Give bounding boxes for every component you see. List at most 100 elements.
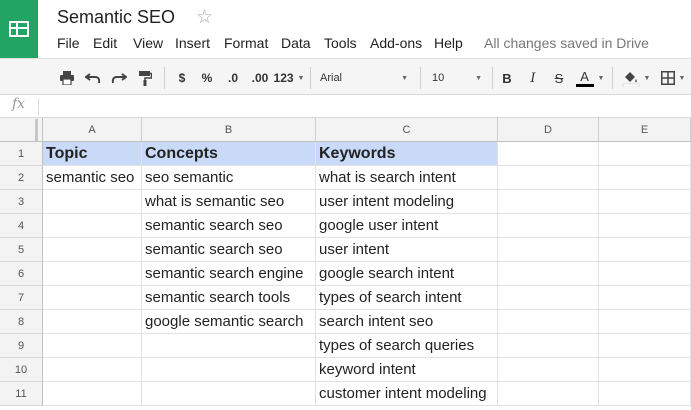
select-all-corner[interactable] — [0, 118, 43, 142]
cell-d11[interactable] — [498, 382, 599, 406]
cell-c5[interactable]: user intent — [316, 238, 498, 262]
row-header-7[interactable]: 7 — [0, 286, 43, 310]
cell-a4[interactable] — [43, 214, 142, 238]
bold-button[interactable]: B — [498, 68, 516, 88]
row-header-2[interactable]: 2 — [0, 166, 43, 190]
cell-e6[interactable] — [599, 262, 691, 286]
cell-e8[interactable] — [599, 310, 691, 334]
cell-d2[interactable] — [498, 166, 599, 190]
cell-e9[interactable] — [599, 334, 691, 358]
print-icon[interactable] — [57, 68, 77, 88]
fill-color-button[interactable]: ▼ — [620, 68, 652, 88]
cell-c1[interactable]: Keywords — [316, 142, 498, 166]
column-header-e[interactable]: E — [599, 118, 691, 142]
menu-help[interactable]: Help — [434, 35, 481, 51]
undo-icon[interactable] — [83, 68, 103, 88]
cell-c8[interactable]: search intent seo — [316, 310, 498, 334]
cell-e1[interactable] — [599, 142, 691, 166]
formula-bar[interactable]: fx — [0, 95, 691, 118]
cell-e5[interactable] — [599, 238, 691, 262]
menu-format[interactable]: Format — [224, 35, 281, 51]
increase-decimals-button[interactable]: .00 — [248, 68, 272, 88]
cell-a7[interactable] — [43, 286, 142, 310]
menu-add-ons[interactable]: Add-ons — [370, 35, 434, 51]
cell-a5[interactable] — [43, 238, 142, 262]
row-header-5[interactable]: 5 — [0, 238, 43, 262]
cell-a8[interactable] — [43, 310, 142, 334]
more-formats-button[interactable]: 123 ▼ — [273, 68, 305, 88]
cell-d3[interactable] — [498, 190, 599, 214]
menu-data[interactable]: Data — [281, 35, 324, 51]
cell-d8[interactable] — [498, 310, 599, 334]
cell-a3[interactable] — [43, 190, 142, 214]
cell-a9[interactable] — [43, 334, 142, 358]
paint-format-icon[interactable] — [135, 68, 155, 88]
redo-icon[interactable] — [109, 68, 129, 88]
cell-b4[interactable]: semantic search seo — [142, 214, 316, 238]
row-header-4[interactable]: 4 — [0, 214, 43, 238]
cell-a6[interactable] — [43, 262, 142, 286]
menu-insert[interactable]: Insert — [175, 35, 224, 51]
cell-d5[interactable] — [498, 238, 599, 262]
cell-d7[interactable] — [498, 286, 599, 310]
cell-b8[interactable]: google semantic search — [142, 310, 316, 334]
cell-b11[interactable] — [142, 382, 316, 406]
cell-d4[interactable] — [498, 214, 599, 238]
cell-c11[interactable]: customer intent modeling — [316, 382, 498, 406]
sheets-logo-icon[interactable] — [0, 0, 38, 58]
currency-format-button[interactable]: $ — [174, 68, 190, 88]
row-header-1[interactable]: 1 — [0, 142, 43, 166]
cell-b3[interactable]: what is semantic seo — [142, 190, 316, 214]
cell-e7[interactable] — [599, 286, 691, 310]
strikethrough-button[interactable]: S — [550, 68, 568, 88]
cell-c10[interactable]: keyword intent — [316, 358, 498, 382]
row-header-6[interactable]: 6 — [0, 262, 43, 286]
menu-tools[interactable]: Tools — [324, 35, 370, 51]
cell-e2[interactable] — [599, 166, 691, 190]
cell-a1[interactable]: Topic — [43, 142, 142, 166]
cell-b7[interactable]: semantic search tools — [142, 286, 316, 310]
cell-a10[interactable] — [43, 358, 142, 382]
menu-file[interactable]: File — [57, 35, 93, 51]
cell-a11[interactable] — [43, 382, 142, 406]
row-header-10[interactable]: 10 — [0, 358, 43, 382]
column-header-a[interactable]: A — [43, 118, 142, 142]
borders-button[interactable]: ▼ — [657, 68, 689, 88]
italic-button[interactable]: I — [524, 68, 542, 88]
cell-b1[interactable]: Concepts — [142, 142, 316, 166]
cell-d9[interactable] — [498, 334, 599, 358]
cell-b2[interactable]: seo semantic — [142, 166, 316, 190]
cell-b10[interactable] — [142, 358, 316, 382]
cell-c2[interactable]: what is search intent — [316, 166, 498, 190]
cell-b6[interactable]: semantic search engine — [142, 262, 316, 286]
column-header-d[interactable]: D — [498, 118, 599, 142]
text-color-button[interactable]: A ▼ — [574, 68, 606, 88]
cell-e11[interactable] — [599, 382, 691, 406]
document-title[interactable]: Semantic SEO — [57, 7, 175, 28]
cell-b9[interactable] — [142, 334, 316, 358]
cell-b5[interactable]: semantic search seo — [142, 238, 316, 262]
cell-c9[interactable]: types of search queries — [316, 334, 498, 358]
star-icon[interactable]: ☆ — [196, 6, 213, 29]
menu-view[interactable]: View — [133, 35, 175, 51]
row-header-9[interactable]: 9 — [0, 334, 43, 358]
cell-c7[interactable]: types of search intent — [316, 286, 498, 310]
cell-a2[interactable]: semantic seo — [43, 166, 142, 190]
row-header-8[interactable]: 8 — [0, 310, 43, 334]
percent-format-button[interactable]: % — [199, 68, 215, 88]
column-header-c[interactable]: C — [316, 118, 498, 142]
decrease-decimals-button[interactable]: .0 — [222, 68, 244, 88]
menu-edit[interactable]: Edit — [93, 35, 133, 51]
row-header-11[interactable]: 11 — [0, 382, 43, 406]
cell-e4[interactable] — [599, 214, 691, 238]
cell-d10[interactable] — [498, 358, 599, 382]
column-header-b[interactable]: B — [142, 118, 316, 142]
cell-c4[interactable]: google user intent — [316, 214, 498, 238]
cell-d6[interactable] — [498, 262, 599, 286]
font-family-select[interactable]: Arial ▼ — [320, 68, 408, 88]
cell-e3[interactable] — [599, 190, 691, 214]
cell-c6[interactable]: google search intent — [316, 262, 498, 286]
row-header-3[interactable]: 3 — [0, 190, 43, 214]
cell-c3[interactable]: user intent modeling — [316, 190, 498, 214]
font-size-select[interactable]: 10 ▼ — [432, 68, 482, 88]
